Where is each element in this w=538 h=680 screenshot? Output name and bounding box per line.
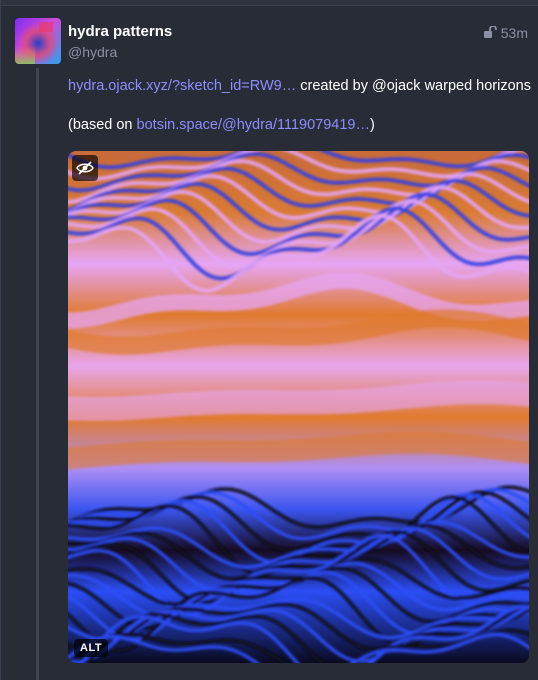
column-divider <box>0 0 538 6</box>
source-link[interactable]: botsin.space/@hydra/1119079419… <box>137 117 370 133</box>
status-meta: 53m <box>483 25 528 41</box>
column-border <box>0 0 1 680</box>
unlock-icon <box>483 25 497 41</box>
status-text-created-by: created by @ojack warped horizons <box>296 78 531 94</box>
based-on-suffix: ) <box>369 117 375 133</box>
status-content: hydra.ojack.xyz/?sketch_id=RW9… created … <box>68 76 531 154</box>
hydra-pattern-image <box>68 151 529 663</box>
display-name[interactable]: hydra patterns <box>68 23 172 40</box>
status-paragraph-1: hydra.ojack.xyz/?sketch_id=RW9… created … <box>68 76 531 96</box>
hide-media-button[interactable] <box>72 155 98 181</box>
status-paragraph-2: (based on botsin.space/@hydra/1119079419… <box>68 115 528 135</box>
thread-line <box>36 68 39 680</box>
timeline-column: hydra patterns @hydra 53m hydra.ojack.xy… <box>0 0 538 680</box>
avatar[interactable] <box>15 18 61 64</box>
media-attachment[interactable]: ALT <box>68 151 529 663</box>
based-on-prefix: (based on <box>68 117 137 133</box>
sketch-link[interactable]: hydra.ojack.xyz/?sketch_id=RW9… <box>68 78 296 94</box>
account-handle[interactable]: @hydra <box>68 44 117 60</box>
relative-time[interactable]: 53m <box>501 25 528 41</box>
eye-slash-icon <box>76 161 94 175</box>
alt-text-badge[interactable]: ALT <box>74 639 109 657</box>
